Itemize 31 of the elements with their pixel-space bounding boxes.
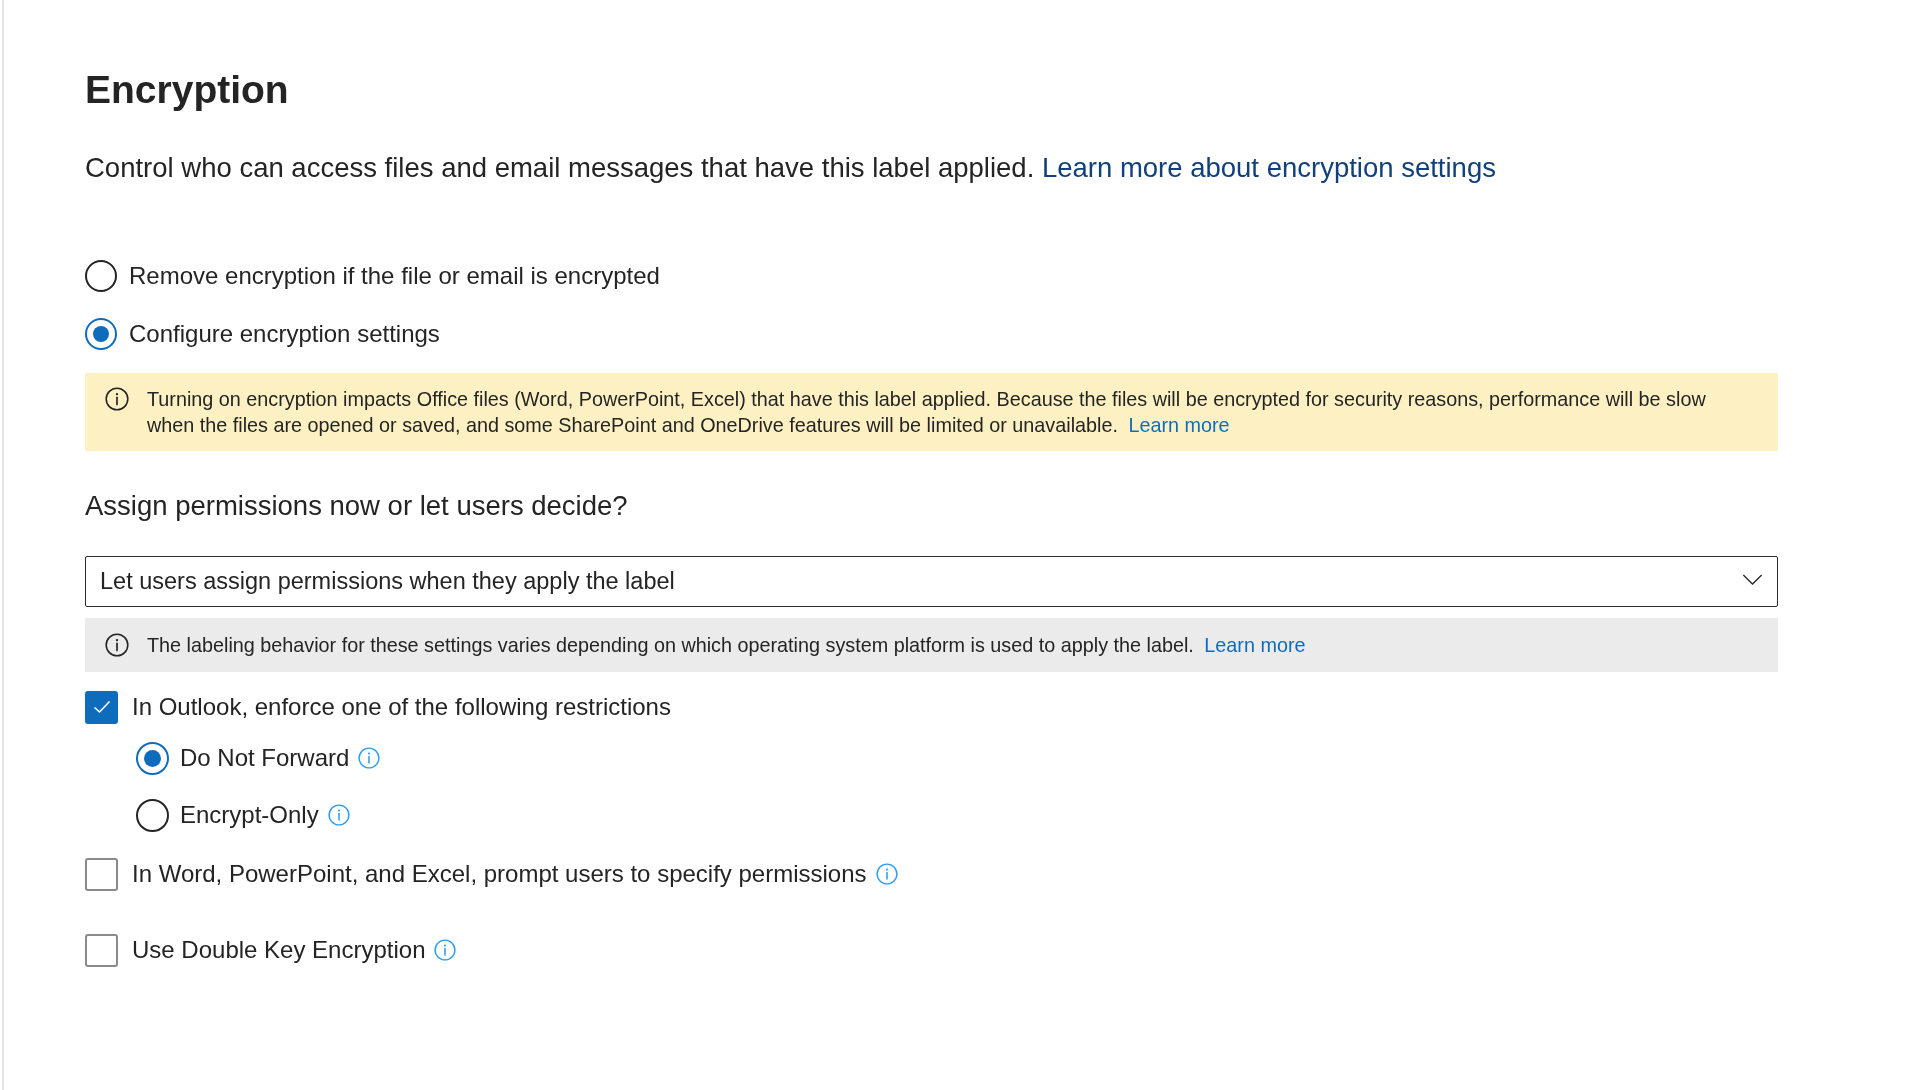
checkbox[interactable] — [85, 690, 118, 724]
checkbox[interactable] — [85, 857, 118, 891]
radio-label[interactable]: Configure encryption settings — [129, 318, 440, 350]
info-icon[interactable] — [327, 804, 350, 826]
checkbox-label[interactable]: In Outlook, enforce one of the following restrictions — [132, 691, 671, 723]
note-text: The labeling behavior for these settings varies depending on which operating system platform is used to apply the label. Learn more — [147, 633, 1306, 658]
description-link[interactable]: Learn more about encryption settings — [1041, 152, 1496, 183]
description-text: Control who can access files and email messages that have this label applied. Learn more about encryption settings — [85, 151, 1497, 185]
info-icon[interactable] — [434, 939, 457, 961]
info-icon — [105, 387, 129, 411]
radio-button[interactable] — [136, 798, 169, 832]
checkbox[interactable] — [85, 933, 118, 967]
checkmark-icon — [92, 700, 111, 714]
radio-label[interactable]: Do Not Forward — [180, 742, 350, 774]
section-heading: Assign permissions now or let users decide? — [85, 489, 628, 523]
radio-label[interactable]: Remove encryption if the file or email is encrypted — [129, 260, 660, 292]
learn-more-link[interactable]: Learn more — [1204, 634, 1306, 656]
checkbox-label[interactable]: Use Double Key Encryption — [132, 934, 426, 966]
page-title: Encryption — [85, 67, 289, 113]
radio-button[interactable] — [136, 741, 169, 775]
checkbox-label[interactable]: In Word, PowerPoint, and Excel, prompt users to specify permissions — [132, 858, 867, 890]
radio-button[interactable] — [85, 318, 117, 350]
radio-label[interactable]: Encrypt-Only — [180, 799, 319, 831]
learn-more-link[interactable]: Learn more — [1128, 414, 1230, 436]
chevron-down-icon — [1742, 574, 1763, 585]
warning-text: Turning on encryption impacts Office files (Word, PowerPoint, Excel) that have this label applied. Because the files will be encrypted for security reasons, performance will be slow when the files are opened or saved, and some SharePoint and OneDrive features will be limited or unavailable. Learn more — [147, 387, 1707, 438]
info-icon — [105, 633, 129, 657]
permissions-dropdown[interactable]: Let users assign permissions when they apply the label — [85, 556, 1778, 607]
radio-button[interactable] — [85, 260, 117, 292]
info-icon[interactable] — [358, 747, 381, 769]
info-icon[interactable] — [875, 863, 898, 885]
